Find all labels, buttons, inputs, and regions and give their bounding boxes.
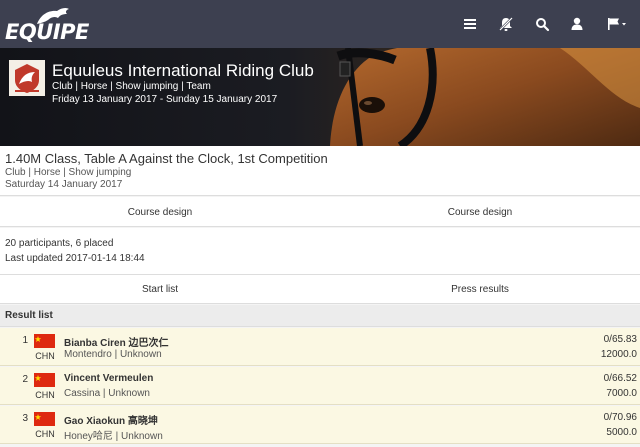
prize-money: 7000.0 <box>606 388 637 399</box>
event-banner: Equuleus International Riding Club Club … <box>0 48 640 146</box>
nation-code: CHN <box>35 429 55 439</box>
top-navbar: EQUIPE <box>0 0 640 48</box>
menu-icon[interactable] <box>461 15 479 33</box>
event-tags: Club | Horse | Show jumping | Team <box>52 81 211 92</box>
no-bell-icon[interactable] <box>497 15 515 33</box>
participants-info: 20 participants, 6 placed Last updated 2… <box>0 228 640 275</box>
competition-tags: Club | Horse | Show jumping <box>5 167 132 178</box>
club-logo <box>9 60 45 96</box>
prize-money: 12000.0 <box>600 349 637 360</box>
prize-money: 5000.0 <box>606 427 637 438</box>
course-design-link[interactable]: Course design <box>0 207 320 218</box>
score: 0/70.96 <box>603 412 637 423</box>
nation-code: CHN <box>35 390 55 400</box>
result-list-header: Result list <box>0 305 640 327</box>
china-flag-icon <box>34 412 55 426</box>
horse-info: Honey哈尼 | Unknown <box>64 431 163 442</box>
result-row[interactable]: 2 CHN Vincent Vermeulen Cassina | Unknow… <box>0 367 640 405</box>
china-flag-icon <box>34 373 55 387</box>
rider-name[interactable]: Vincent Vermeulen <box>64 373 153 384</box>
rider-name[interactable]: Bianba Ciren 边巴次仁 <box>64 334 168 349</box>
horse-info: Montendro | Unknown <box>64 349 162 360</box>
rank: 3 <box>22 413 28 424</box>
nation-code: CHN <box>35 351 55 361</box>
equipe-logo[interactable]: EQUIPE <box>5 6 97 44</box>
competition-date: Saturday 14 January 2017 <box>5 179 123 190</box>
start-list-link[interactable]: Start list <box>0 284 320 295</box>
user-icon[interactable] <box>568 15 586 33</box>
competition-header: 1.40M Class, Table A Against the Clock, … <box>0 146 640 196</box>
press-results-link[interactable]: Press results <box>320 284 640 295</box>
result-list-title: Result list <box>5 310 53 321</box>
score: 0/66.52 <box>603 373 637 384</box>
result-row[interactable]: 3 CHN Gao Xiaokun 高晓坤 Honey哈尼 | Unknown … <box>0 406 640 444</box>
event-title: Equuleus International Riding Club <box>52 61 314 80</box>
result-row[interactable]: 1 CHN Bianba Ciren 边巴次仁 Montendro | Unkn… <box>0 328 640 366</box>
rank: 1 <box>22 335 28 346</box>
competition-title: 1.40M Class, Table A Against the Clock, … <box>5 151 328 166</box>
logo-text: EQUIPE <box>5 20 89 44</box>
event-dates: Friday 13 January 2017 - Sunday 15 Janua… <box>52 94 278 105</box>
rank: 2 <box>22 374 28 385</box>
china-flag-icon <box>34 334 55 348</box>
horse-info: Cassina | Unknown <box>64 388 150 399</box>
course-design-row: Course design Course design <box>0 197 640 227</box>
last-updated: Last updated 2017-01-14 18:44 <box>5 253 145 264</box>
rider-name[interactable]: Gao Xiaokun 高晓坤 <box>64 412 158 427</box>
search-icon[interactable] <box>533 15 551 33</box>
course-design-link-2[interactable]: Course design <box>320 207 640 218</box>
score: 0/65.83 <box>603 334 637 345</box>
flag-icon[interactable] <box>605 15 629 33</box>
results-links-row: Start list Press results <box>0 275 640 304</box>
participants-count: 20 participants, 6 placed <box>5 238 114 249</box>
